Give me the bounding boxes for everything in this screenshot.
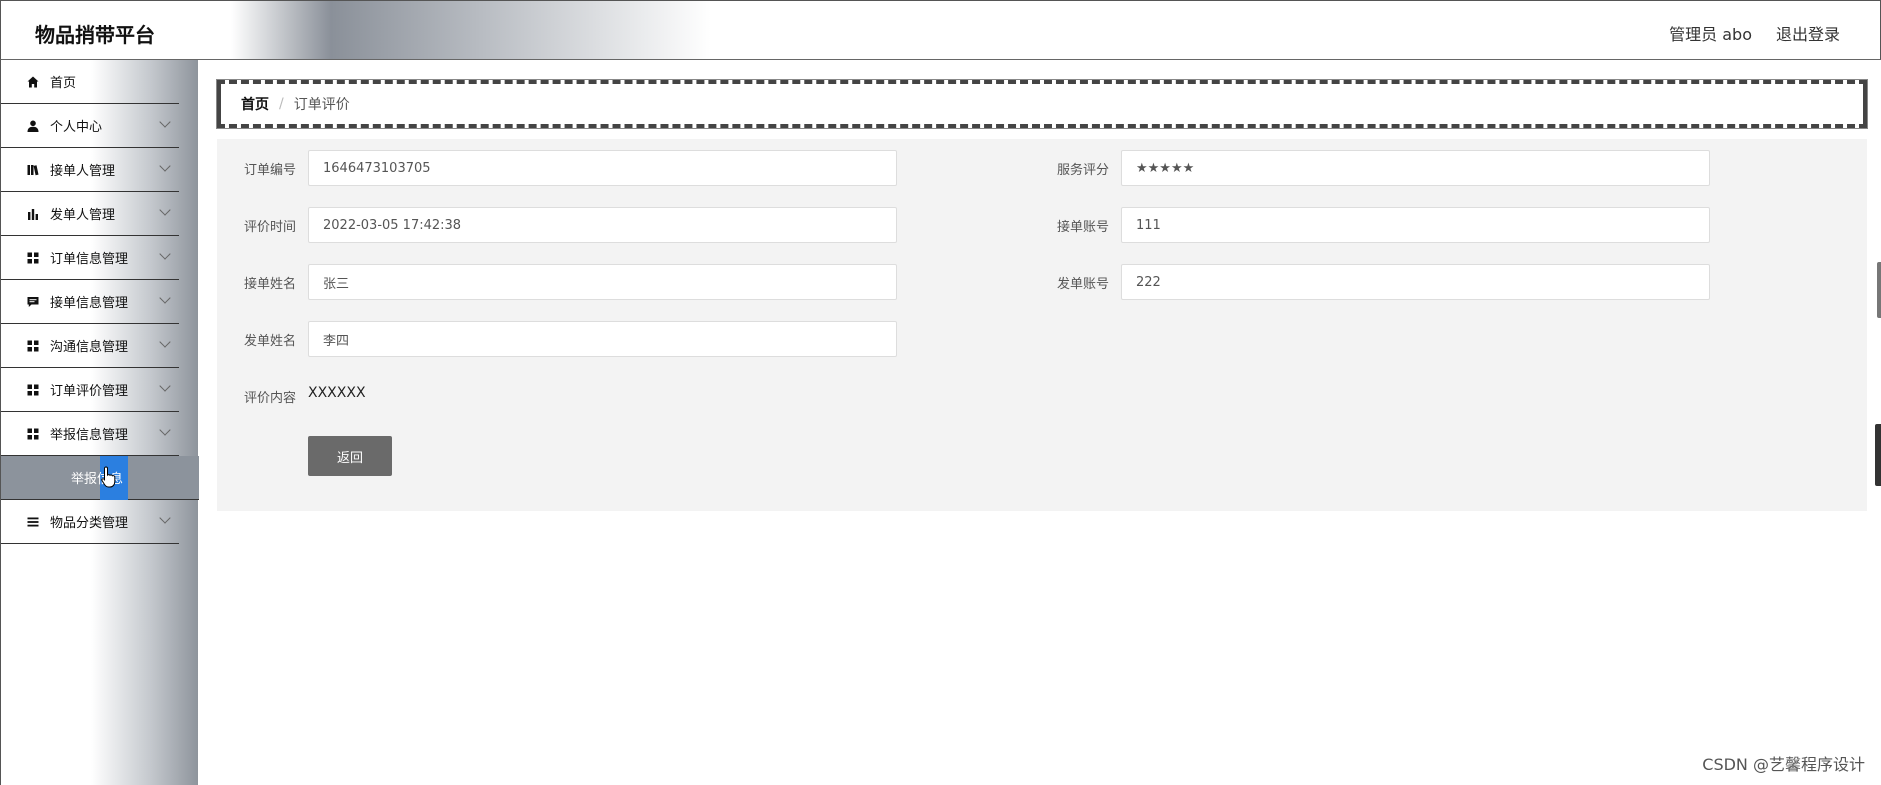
sidebar-item-taking-info-management[interactable]: 接单信息管理 xyxy=(1,280,179,324)
grid-icon xyxy=(26,339,40,353)
chevron-down-icon xyxy=(159,204,171,216)
sidebar: 首页 个人中心 接单人管理 发单人管理 订单信息管理 接单信息管理 沟通信息管理… xyxy=(0,60,199,785)
sidebar-item-order-review-management[interactable]: 订单评价管理 xyxy=(1,368,179,412)
breadcrumb: 首页 / 订单评价 xyxy=(216,79,1868,129)
chevron-up-icon xyxy=(159,424,171,436)
breadcrumb-home-link[interactable]: 首页 xyxy=(241,94,269,114)
taker-account-label: 接单账号 xyxy=(1056,220,1109,235)
eval-time-label: 评价时间 xyxy=(243,220,296,235)
chevron-down-icon xyxy=(159,292,171,304)
bar-chart-icon xyxy=(26,207,40,221)
edge-tab[interactable] xyxy=(1877,262,1881,318)
taker-account-field[interactable]: 111 xyxy=(1121,207,1710,243)
sidebar-item-label: 接单人管理 xyxy=(50,164,116,179)
order-no-label: 订单编号 xyxy=(243,163,296,178)
top-header: 物品捎带平台 管理员 abo 退出登录 xyxy=(0,0,1881,60)
sidebar-item-personal-center[interactable]: 个人中心 xyxy=(1,104,179,148)
chevron-down-icon xyxy=(159,336,171,348)
back-button[interactable]: 返回 xyxy=(308,436,392,476)
grid-icon xyxy=(26,251,40,265)
sidebar-item-label: 个人中心 xyxy=(50,120,103,135)
home-icon xyxy=(26,75,40,89)
eval-time-field[interactable]: 2022-03-05 17:42:38 xyxy=(308,207,897,243)
admin-user-label[interactable]: 管理员 abo xyxy=(1669,21,1752,45)
sender-name-field[interactable]: 李四 xyxy=(308,321,897,357)
order-no-field[interactable]: 1646473103705 xyxy=(308,150,897,186)
sidebar-item-sender-management[interactable]: 发单人管理 xyxy=(1,192,179,236)
taker-name-field[interactable]: 张三 xyxy=(308,264,897,300)
edge-tab[interactable] xyxy=(1875,424,1881,486)
sidebar-item-category-management[interactable]: 物品分类管理 xyxy=(1,500,179,544)
sidebar-item-label: 订单信息管理 xyxy=(50,252,129,267)
review-detail-form: 订单编号 1646473103705 评价时间 2022-03-05 17:42… xyxy=(217,139,1867,511)
sender-account-field[interactable]: 222 xyxy=(1121,264,1710,300)
sidebar-item-label: 举报信息管理 xyxy=(50,428,129,443)
user-icon xyxy=(26,119,40,133)
sidebar-item-label: 物品分类管理 xyxy=(50,516,129,531)
taker-name-label: 接单姓名 xyxy=(243,277,296,292)
chevron-down-icon xyxy=(159,380,171,392)
sidebar-item-taker-management[interactable]: 接单人管理 xyxy=(1,148,179,192)
book-icon xyxy=(26,163,40,177)
sender-name-label: 发单姓名 xyxy=(243,334,296,349)
sender-account-label: 发单账号 xyxy=(1056,277,1109,292)
chevron-down-icon xyxy=(159,116,171,128)
sidebar-item-label: 订单评价管理 xyxy=(50,384,129,399)
rating-field[interactable]: ★★★★★ xyxy=(1121,150,1710,186)
mouse-cursor-icon xyxy=(101,466,117,492)
chevron-down-icon xyxy=(159,248,171,260)
header-actions: 管理员 abo 退出登录 xyxy=(1669,21,1840,45)
watermark: CSDN @艺馨程序设计 xyxy=(1702,755,1865,774)
content-label: 评价内容 xyxy=(243,391,296,406)
grid-icon xyxy=(26,427,40,441)
logout-link[interactable]: 退出登录 xyxy=(1776,21,1840,45)
sidebar-item-label: 首页 xyxy=(50,76,77,91)
rating-label: 服务评分 xyxy=(1056,163,1109,178)
sidebar-item-home[interactable]: 首页 xyxy=(1,60,179,104)
app-title: 物品捎带平台 xyxy=(35,23,155,47)
chevron-down-icon xyxy=(159,512,171,524)
sidebar-item-label: 沟通信息管理 xyxy=(50,340,129,355)
sidebar-subitem-report-info[interactable]: 举报信息 xyxy=(1,456,199,500)
sidebar-item-label: 接单信息管理 xyxy=(50,296,129,311)
breadcrumb-current: 订单评价 xyxy=(293,97,350,113)
list-icon xyxy=(26,515,40,529)
sidebar-item-order-info-management[interactable]: 订单信息管理 xyxy=(1,236,179,280)
chevron-down-icon xyxy=(159,160,171,172)
breadcrumb-separator: / xyxy=(279,96,284,112)
sidebar-item-label: 发单人管理 xyxy=(50,208,116,223)
content-value: XXXXXX xyxy=(308,385,366,401)
sidebar-item-communication-management[interactable]: 沟通信息管理 xyxy=(1,324,179,368)
grid-icon xyxy=(26,383,40,397)
sidebar-item-report-management[interactable]: 举报信息管理 xyxy=(1,412,179,456)
comment-icon xyxy=(26,295,40,309)
